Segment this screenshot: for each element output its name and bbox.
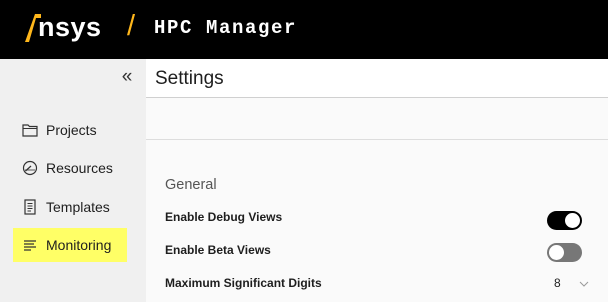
settings-panel: General Enable Debug Views Enable Beta V… <box>146 98 608 302</box>
folder-icon <box>22 122 38 138</box>
debug-views-toggle[interactable] <box>547 211 582 230</box>
page-title: Settings <box>155 68 224 89</box>
setting-label-max-significant-digits: Maximum Significant Digits <box>165 276 322 290</box>
setting-label-debug-views: Enable Debug Views <box>165 210 283 224</box>
toggle-knob <box>565 213 580 228</box>
list-icon <box>22 237 38 253</box>
gauge-icon <box>22 160 38 176</box>
collapse-sidebar-button[interactable]: « <box>118 66 136 88</box>
divider <box>146 139 608 140</box>
app-title: HPC Manager <box>154 17 298 39</box>
select-value: 8 <box>554 276 561 290</box>
sidebar-item-label: Monitoring <box>46 237 112 253</box>
toggle-knob <box>549 245 564 260</box>
max-significant-digits-select[interactable]: 8 <box>546 273 596 293</box>
main-header: Settings <box>146 59 608 98</box>
sidebar-item-projects[interactable]: Projects <box>13 113 127 147</box>
section-title-general: General <box>165 177 217 193</box>
sidebar-item-label: Templates <box>46 199 110 215</box>
sidebar-item-monitoring[interactable]: Monitoring <box>13 228 127 262</box>
beta-views-toggle[interactable] <box>547 243 582 262</box>
sidebar-item-resources[interactable]: Resources <box>13 151 127 185</box>
ansys-logo[interactable]: nsys <box>23 12 102 43</box>
ansys-logo-mark <box>25 14 41 42</box>
sidebar: « Projects Resources Templates Monitorin… <box>0 59 146 302</box>
sidebar-item-label: Resources <box>46 160 113 176</box>
sidebar-item-templates[interactable]: Templates <box>13 190 127 224</box>
setting-label-beta-views: Enable Beta Views <box>165 243 271 257</box>
sidebar-item-label: Projects <box>46 122 97 138</box>
header-separator: / <box>127 10 136 42</box>
chevron-down-icon <box>578 277 590 289</box>
top-bar: nsys / HPC Manager <box>0 0 608 59</box>
document-icon <box>22 199 38 215</box>
